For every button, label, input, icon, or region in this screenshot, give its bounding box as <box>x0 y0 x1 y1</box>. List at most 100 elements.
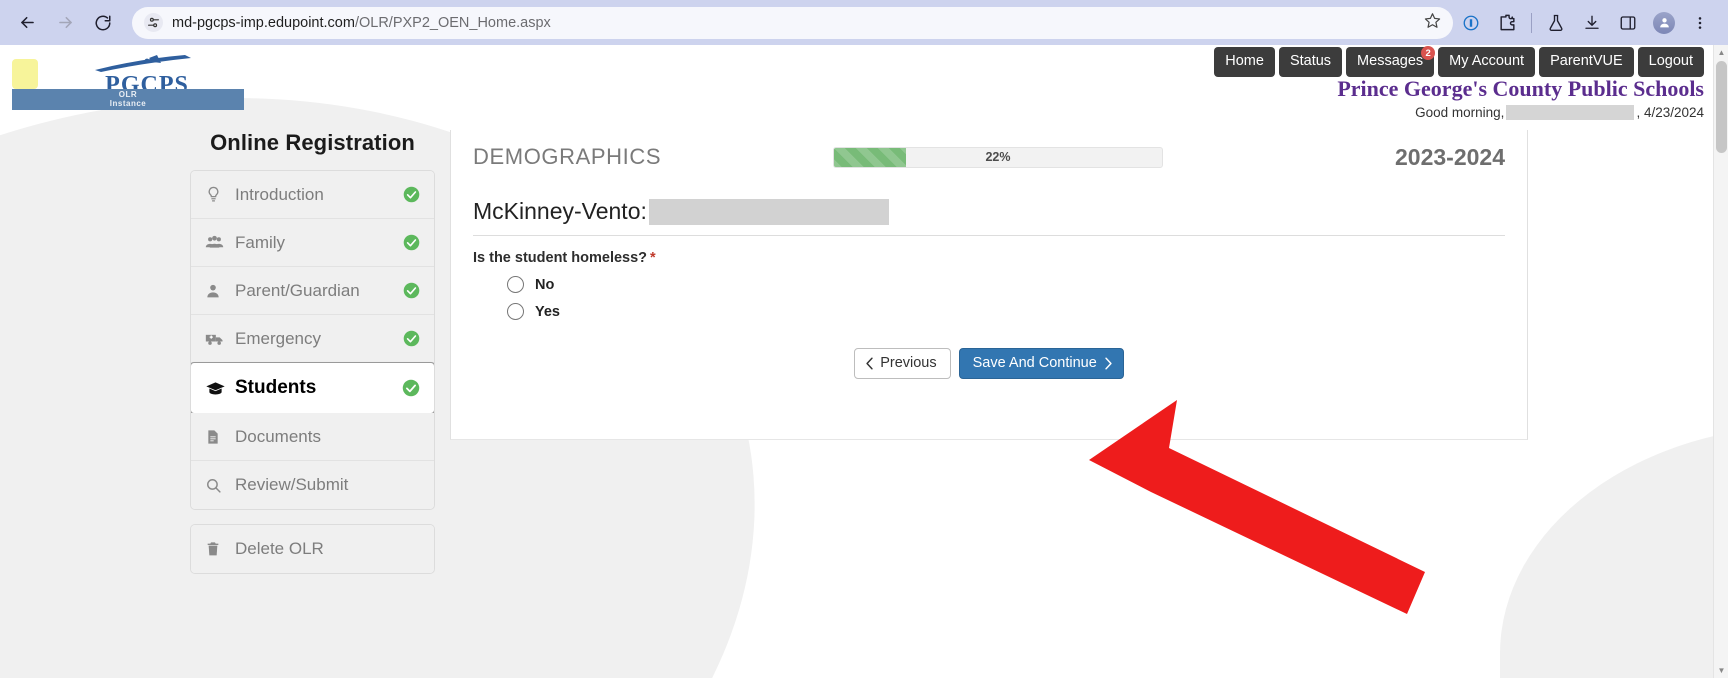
sidebar-delete-group: Delete OLR <box>190 524 435 574</box>
radio-label-no: No <box>535 277 554 293</box>
progress-bar: 22% <box>833 147 1163 168</box>
section-value-redacted <box>649 199 889 225</box>
sidebar-item-students-label: Students <box>235 377 402 399</box>
kebab-menu-icon[interactable] <box>1685 8 1715 38</box>
sidebar-item-family-label: Family <box>235 233 403 253</box>
top-navigation: Home Status Messages2 My Account ParentV… <box>0 45 1728 79</box>
greeting-name-redacted <box>1506 105 1634 120</box>
greeting-line: Good morning, , 4/23/2024 <box>1337 105 1704 120</box>
check-circle-icon <box>403 330 420 347</box>
users-icon <box>205 233 235 252</box>
previous-button-label: Previous <box>880 355 936 371</box>
browser-toolbar: md-pgcps-imp.edupoint.com/OLR/PXP2_OEN_H… <box>0 0 1728 45</box>
background-shape-right <box>1500 425 1728 678</box>
document-icon <box>205 429 235 445</box>
check-circle-icon <box>403 234 420 251</box>
topnav-home-label: Home <box>1225 53 1264 69</box>
reload-button[interactable] <box>88 8 118 38</box>
check-circle-icon <box>402 379 420 397</box>
demographics-panel: DEMOGRAPHICS 22% 2023-2024 McKinney-Vent… <box>450 130 1528 440</box>
scrollbar-thumb[interactable] <box>1716 61 1727 153</box>
puzzle-extension-icon[interactable] <box>1492 8 1522 38</box>
sidebar-item-students[interactable]: Students <box>190 362 435 414</box>
user-icon <box>205 283 235 299</box>
greeting-prefix: Good morning, <box>1415 105 1504 120</box>
mckinney-vento-section: McKinney-Vento: <box>473 198 1505 236</box>
magnifier-icon <box>205 477 235 494</box>
sidebar-item-documents-label: Documents <box>235 427 420 447</box>
back-button[interactable] <box>12 8 42 38</box>
url-text: md-pgcps-imp.edupoint.com/OLR/PXP2_OEN_H… <box>172 15 1418 31</box>
topnav-messages[interactable]: Messages2 <box>1346 47 1434 76</box>
radio-button-no[interactable] <box>507 276 524 293</box>
url-host: md-pgcps-imp.edupoint.com <box>172 15 355 31</box>
topnav-logout-label: Logout <box>1649 53 1693 69</box>
topnav-parentvue[interactable]: ParentVUE <box>1539 47 1634 76</box>
scroll-up-arrow[interactable]: ▲ <box>1714 45 1728 60</box>
topnav-parentvue-label: ParentVUE <box>1550 53 1623 69</box>
toolbar-divider <box>1531 13 1532 33</box>
radio-option-yes[interactable]: Yes <box>507 303 1527 320</box>
forward-button[interactable] <box>50 8 80 38</box>
page-scrollbar[interactable]: ▲ ▼ <box>1713 45 1728 678</box>
download-icon[interactable] <box>1577 8 1607 38</box>
greeting-suffix: , 4/23/2024 <box>1636 105 1704 120</box>
topnav-my-account-label: My Account <box>1449 53 1524 69</box>
scroll-down-arrow[interactable]: ▼ <box>1714 663 1728 678</box>
save-and-continue-label: Save And Continue <box>973 355 1097 371</box>
homeless-question-label: Is the student homeless?* <box>473 250 1505 266</box>
profile-avatar[interactable] <box>1649 8 1679 38</box>
graduation-cap-icon <box>205 378 235 399</box>
topnav-messages-label: Messages <box>1357 53 1423 69</box>
extension-icons <box>1453 8 1728 38</box>
olr-instance-band: OLR Instance <box>12 89 244 110</box>
star-icon[interactable] <box>1424 12 1441 34</box>
save-and-continue-button[interactable]: Save And Continue <box>959 348 1124 379</box>
flask-labs-icon[interactable] <box>1541 8 1571 38</box>
panel-header: DEMOGRAPHICS 22% 2023-2024 <box>451 130 1527 180</box>
previous-button[interactable]: Previous <box>854 348 950 379</box>
section-label: McKinney-Vento: <box>473 198 647 225</box>
sidebar-item-delete-olr-label: Delete OLR <box>235 539 420 559</box>
topnav-logout[interactable]: Logout <box>1638 47 1704 76</box>
sidebar-item-emergency-label: Emergency <box>235 329 403 349</box>
sidebar-item-parent-guardian[interactable]: Parent/Guardian <box>191 267 434 315</box>
sidebar-title: Online Registration <box>190 130 435 156</box>
sidebar-item-emergency[interactable]: Emergency <box>191 315 434 363</box>
side-panel-icon[interactable] <box>1613 8 1643 38</box>
sidebar-item-parent-guardian-label: Parent/Guardian <box>235 281 403 301</box>
sidebar-item-documents[interactable]: Documents <box>191 413 434 461</box>
topnav-home[interactable]: Home <box>1214 47 1275 76</box>
sidebar-item-review-submit[interactable]: Review/Submit <box>191 461 434 509</box>
onepassword-icon[interactable] <box>1456 8 1486 38</box>
site-settings-icon[interactable] <box>144 13 163 32</box>
topnav-status[interactable]: Status <box>1279 47 1342 76</box>
page-title: DEMOGRAPHICS <box>473 144 833 170</box>
olr-band-line2: Instance <box>110 100 146 108</box>
messages-badge: 2 <box>1421 46 1435 60</box>
lightbulb-icon <box>205 186 235 203</box>
trash-icon <box>205 541 235 557</box>
topnav-my-account[interactable]: My Account <box>1438 47 1535 76</box>
sidebar-item-introduction-label: Introduction <box>235 185 403 205</box>
sidebar-item-introduction[interactable]: Introduction <box>191 171 434 219</box>
ambulance-icon <box>205 329 235 349</box>
check-circle-icon <box>403 186 420 203</box>
sidebar-item-review-submit-label: Review/Submit <box>235 475 420 495</box>
check-circle-icon <box>403 282 420 299</box>
chevron-right-icon <box>1104 357 1113 370</box>
page-body: Home Status Messages2 My Account ParentV… <box>0 45 1728 678</box>
sidebar-steps-group: Introduction Family Parent/Guardian <box>190 170 435 510</box>
sidebar-item-delete-olr[interactable]: Delete OLR <box>191 525 434 573</box>
school-year-label: 2023-2024 <box>1395 144 1505 171</box>
url-path: /OLR/PXP2_OEN_Home.aspx <box>355 15 551 31</box>
radio-option-no[interactable]: No <box>507 276 1527 293</box>
address-bar[interactable]: md-pgcps-imp.edupoint.com/OLR/PXP2_OEN_H… <box>132 7 1453 39</box>
sidebar-item-family[interactable]: Family <box>191 219 434 267</box>
chevron-left-icon <box>865 357 874 370</box>
question-text: Is the student homeless? <box>473 250 647 266</box>
sidebar: Online Registration Introduction Family <box>190 130 435 574</box>
topnav-status-label: Status <box>1290 53 1331 69</box>
radio-button-yes[interactable] <box>507 303 524 320</box>
required-asterisk: * <box>650 250 656 266</box>
